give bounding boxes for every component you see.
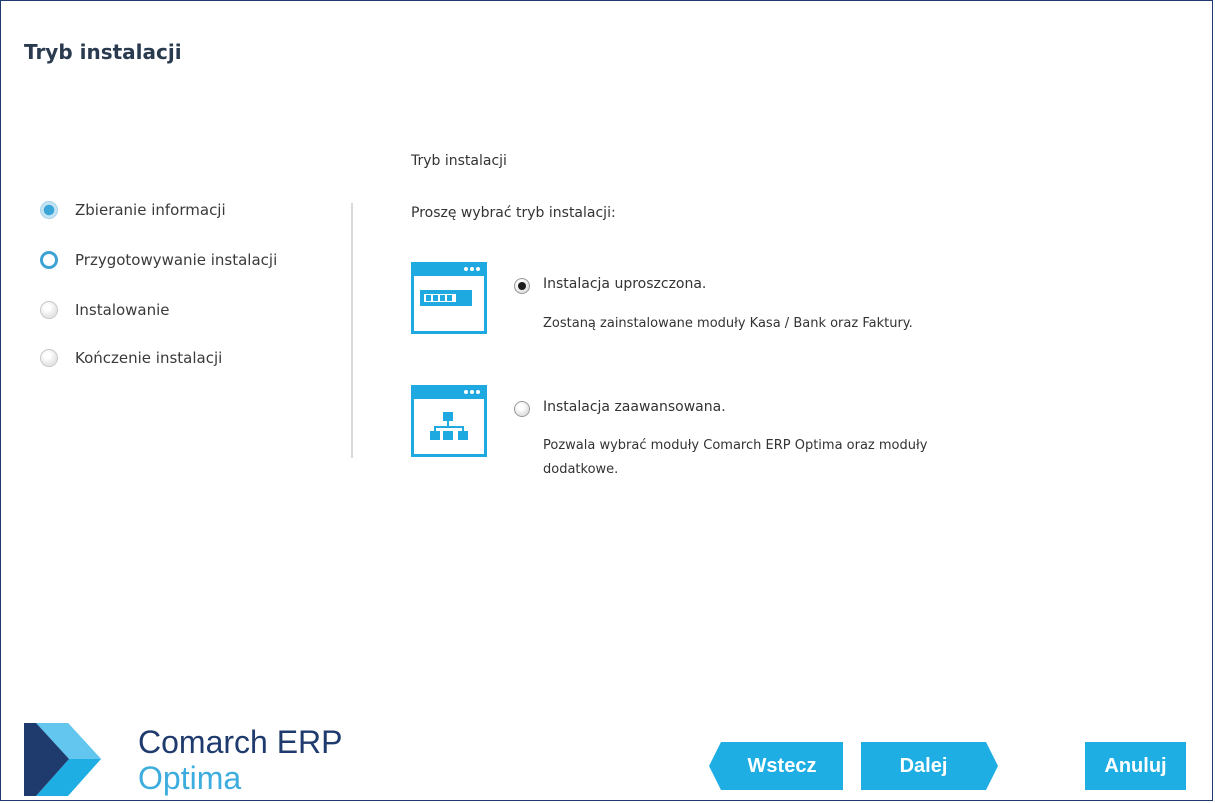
simple-install-description: Zostaną zainstalowane moduły Kasa / Bank… [543, 316, 913, 331]
step-item-collecting-info: Zbieranie informacji [40, 198, 226, 222]
simple-install-label[interactable]: Instalacja uproszczona. [543, 276, 706, 292]
back-button[interactable]: Wstecz [709, 742, 843, 790]
step-pending-icon [40, 349, 58, 367]
section-title: Tryb instalacji [411, 153, 507, 169]
step-label: Instalowanie [75, 301, 170, 319]
logo-text-comarch-erp: Comarch ERP [138, 724, 343, 760]
step-item-preparing: Przygotowywanie instalacji [40, 248, 277, 272]
step-pending-icon [40, 301, 58, 319]
step-label: Zbieranie informacji [75, 201, 226, 219]
advanced-install-radio[interactable] [514, 401, 530, 417]
advanced-install-window-icon [411, 385, 487, 457]
advanced-install-description: Pozwala wybrać moduły Comarch ERP Optima… [543, 438, 928, 477]
page-title: Tryb instalacji [24, 40, 182, 64]
advanced-install-label[interactable]: Instalacja zaawansowana. [543, 399, 726, 415]
step-item-installing: Instalowanie [40, 298, 170, 322]
step-active-icon [40, 251, 58, 269]
logo-text-optima: Optima [138, 760, 242, 796]
step-label: Kończenie instalacji [75, 349, 223, 367]
comarch-logo-icon [24, 723, 101, 796]
simple-install-radio[interactable] [514, 278, 530, 294]
next-button[interactable]: Dalej [861, 742, 998, 790]
install-mode-prompt: Proszę wybrać tryb instalacji: [411, 205, 616, 221]
step-done-icon [40, 201, 58, 219]
sidebar-divider [351, 203, 353, 458]
cancel-button[interactable]: Anuluj [1085, 742, 1186, 790]
step-item-finishing: Kończenie instalacji [40, 346, 222, 370]
step-label: Przygotowywanie instalacji [75, 251, 278, 269]
simple-install-window-icon [411, 262, 487, 334]
